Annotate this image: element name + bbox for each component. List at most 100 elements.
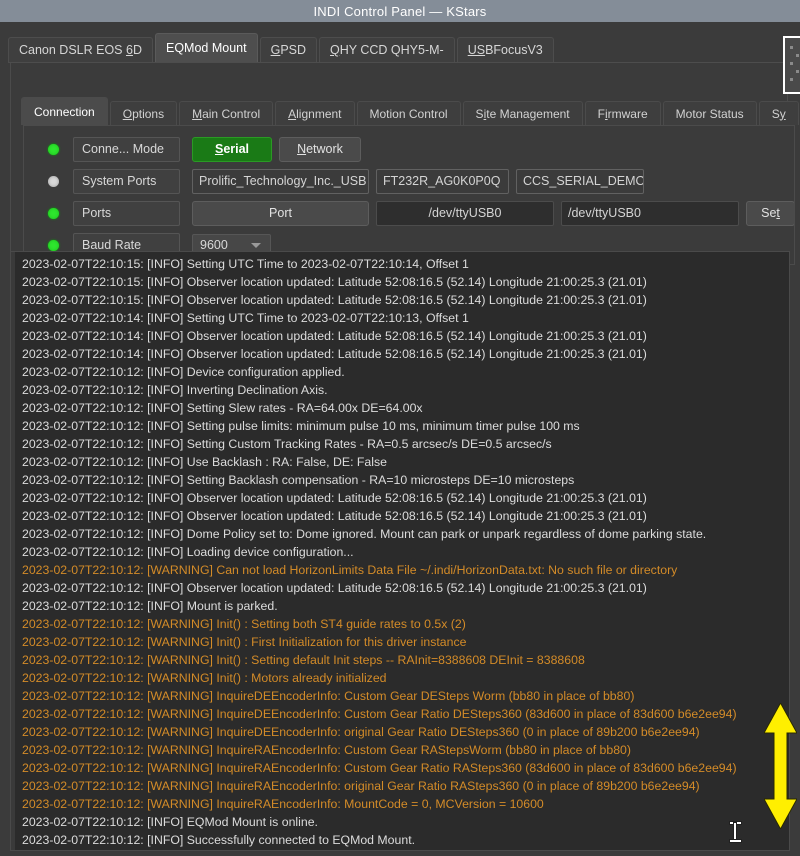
sub-tab-label: Firmware <box>597 106 648 121</box>
property-row-1: System Ports Prolific_Technology_Inc._USB… <box>48 168 644 194</box>
log-line: 2023-02-07T22:10:12: [WARNING] Init() : … <box>22 635 467 649</box>
panel-dot-pattern <box>790 46 800 86</box>
log-line: 2023-02-07T22:10:12: [INFO] Loading devi… <box>22 545 354 559</box>
sub-tab-1[interactable]: Options <box>109 101 178 125</box>
log-line: 2023-02-07T22:10:12: [WARNING] Init() : … <box>22 617 466 631</box>
log-line: 2023-02-07T22:10:12: [INFO] Successfully… <box>22 833 416 847</box>
window-title: INDI Control Panel — KStars <box>313 3 487 19</box>
device-tab-bar[interactable]: Canon DSLR EOS 6D EQMod Mount GPSD QHY CCD … <box>8 33 556 62</box>
property-row-0: Conne... Mode Serial Network <box>48 136 361 162</box>
control-label: Serial <box>214 142 250 156</box>
log-line: 2023-02-07T22:10:12: [INFO] Mount is par… <box>22 599 278 613</box>
sub-tab-6[interactable]: Firmware <box>584 101 661 125</box>
log-line: 2023-02-07T22:10:15: [INFO] Observer loc… <box>22 293 647 307</box>
device-tab-4[interactable]: USBFocusV3 <box>456 37 554 62</box>
sub-tab-label: Options <box>122 106 165 121</box>
log-line: 2023-02-07T22:10:12: [INFO] Observer loc… <box>22 581 647 595</box>
property-control-2-0[interactable]: Port <box>192 200 369 226</box>
log-line: 2023-02-07T22:10:12: [INFO] Use Backlash… <box>22 455 387 469</box>
property-label: Conne... Mode <box>73 136 180 162</box>
log-line: 2023-02-07T22:10:14: [INFO] Observer loc… <box>22 329 647 343</box>
log-line: 2023-02-07T22:10:12: [WARNING] InquireDE… <box>22 689 635 703</box>
log-line: 2023-02-07T22:10:12: [WARNING] Init() : … <box>22 671 387 685</box>
control-label: Set <box>761 206 780 220</box>
log-line: 2023-02-07T22:10:12: [WARNING] InquireDE… <box>22 725 700 739</box>
property-control-2-2[interactable]: /dev/ttyUSB0 <box>561 200 739 226</box>
sub-tab-label: Main Control <box>192 106 261 121</box>
log-line: 2023-02-07T22:10:12: [INFO] Device confi… <box>22 365 345 379</box>
log-line: 2023-02-07T22:10:12: [INFO] Setting Slew… <box>22 401 423 415</box>
log-line: 2023-02-07T22:10:12: [WARNING] InquireRA… <box>22 743 631 757</box>
sub-tab-label: Connection <box>34 104 95 119</box>
log-line: 2023-02-07T22:10:12: [INFO] Inverting De… <box>22 383 328 397</box>
device-tab-0[interactable]: Canon DSLR EOS 6D <box>8 37 153 62</box>
sub-tab-8[interactable]: Sy <box>758 101 799 125</box>
control-label: Network <box>297 142 343 156</box>
sub-tab-5[interactable]: Site Management <box>462 101 583 125</box>
property-control-0-1[interactable]: Network <box>279 136 361 162</box>
property-row-2: Ports Port/dev/ttyUSB0/dev/ttyUSB0 Set <box>48 200 794 226</box>
sub-tab-label: Motion Control <box>369 106 448 121</box>
sub-tab-2[interactable]: Main Control <box>179 101 274 125</box>
window-body: Canon DSLR EOS 6D EQMod Mount GPSD QHY CCD … <box>0 22 800 856</box>
device-tab-label: Canon DSLR EOS 6D <box>19 43 142 57</box>
log-line: 2023-02-07T22:10:14: [INFO] Observer loc… <box>22 347 647 361</box>
log-line: 2023-02-07T22:10:12: [INFO] EQMod Mount … <box>22 815 318 829</box>
sub-tab-label: Site Management <box>475 106 570 121</box>
log-line: 2023-02-07T22:10:12: [WARNING] Init() : … <box>22 653 585 667</box>
device-page-panel: Connection Options Main Control Alignment Mo… <box>10 63 800 294</box>
sub-tab-bar[interactable]: Connection Options Main Control Alignment Mo… <box>21 97 800 125</box>
property-control-2-3[interactable]: Set <box>746 200 794 226</box>
chevron-down-icon <box>251 243 261 248</box>
log-line: 2023-02-07T22:10:15: [INFO] Observer loc… <box>22 275 647 289</box>
log-line: 2023-02-07T22:10:12: [WARNING] InquireRA… <box>22 797 544 811</box>
device-tab-3[interactable]: QHY CCD QHY5-M- <box>319 37 455 62</box>
device-tab-2[interactable]: GPSD <box>259 37 318 62</box>
log-line: 2023-02-07T22:10:12: [INFO] Setting Back… <box>22 473 575 487</box>
connection-page: Conne... Mode Serial Network System Ports Pr… <box>23 125 795 265</box>
sub-tab-3[interactable]: Alignment <box>275 101 355 125</box>
control-label: /dev/ttyUSB0 <box>568 206 641 220</box>
property-control-1-1[interactable]: FT232R_AG0K0P0Q <box>376 168 509 194</box>
property-control-1-2[interactable]: CCS_SERIAL_DEMO <box>516 168 644 194</box>
log-line: 2023-02-07T22:10:12: [INFO] Setting puls… <box>22 419 580 433</box>
log-line-list: 2023-02-07T22:10:15: [INFO] Setting UTC … <box>11 255 789 849</box>
control-label: Port <box>269 206 292 220</box>
status-led-icon <box>48 207 59 219</box>
window-titlebar: INDI Control Panel — KStars <box>0 0 800 22</box>
device-tab-label: USBFocusV3 <box>467 43 543 57</box>
log-line: 2023-02-07T22:10:12: [WARNING] InquireRA… <box>22 779 700 793</box>
log-line: 2023-02-07T22:10:12: [INFO] Observer loc… <box>22 509 647 523</box>
property-control-2-1[interactable]: /dev/ttyUSB0 <box>376 200 554 226</box>
device-tab-label: GPSD <box>270 43 307 57</box>
control-label: Prolific_Technology_Inc._USB <box>199 174 367 188</box>
sub-tab-label: Sy <box>771 106 786 121</box>
control-label: CCS_SERIAL_DEMO <box>523 174 644 188</box>
control-label: FT232R_AG0K0P0Q <box>383 174 501 188</box>
control-label: /dev/ttyUSB0 <box>428 206 502 220</box>
sub-tab-0[interactable]: Connection <box>21 97 108 125</box>
device-tab-label: EQMod Mount <box>165 41 247 55</box>
log-line: 2023-02-07T22:10:12: [WARNING] InquireRA… <box>22 761 737 775</box>
device-tab-1[interactable]: EQMod Mount <box>154 33 258 62</box>
log-line: 2023-02-07T22:10:12: [INFO] Dome Policy … <box>22 527 707 541</box>
property-label: System Ports <box>73 168 180 194</box>
annotation-double-arrow-icon <box>764 703 797 829</box>
property-control-1-0[interactable]: Prolific_Technology_Inc._USB <box>192 168 369 194</box>
sub-tab-4[interactable]: Motion Control <box>356 101 461 125</box>
log-line: 2023-02-07T22:10:12: [WARNING] Can not l… <box>22 563 678 577</box>
property-control-0-0[interactable]: Serial <box>192 136 272 162</box>
sub-tab-7[interactable]: Motor Status <box>662 101 757 125</box>
log-line: 2023-02-07T22:10:12: [INFO] Setting Cust… <box>22 437 552 451</box>
log-line: 2023-02-07T22:10:14: [INFO] Setting UTC … <box>22 311 469 325</box>
control-label: 9600 <box>200 238 228 252</box>
status-led-icon <box>48 239 59 251</box>
message-log-panel[interactable]: 2023-02-07T22:10:15: [INFO] Setting UTC … <box>10 251 790 851</box>
device-tab-label: QHY CCD QHY5-M- <box>330 43 444 57</box>
log-line: 2023-02-07T22:10:15: [INFO] Setting UTC … <box>22 257 469 271</box>
status-led-icon <box>48 175 59 187</box>
mouse-ibeam-cursor <box>730 822 741 842</box>
status-led-icon <box>48 143 59 155</box>
right-floating-panel[interactable] <box>783 36 800 94</box>
sub-tab-label: Motor Status <box>675 106 744 121</box>
